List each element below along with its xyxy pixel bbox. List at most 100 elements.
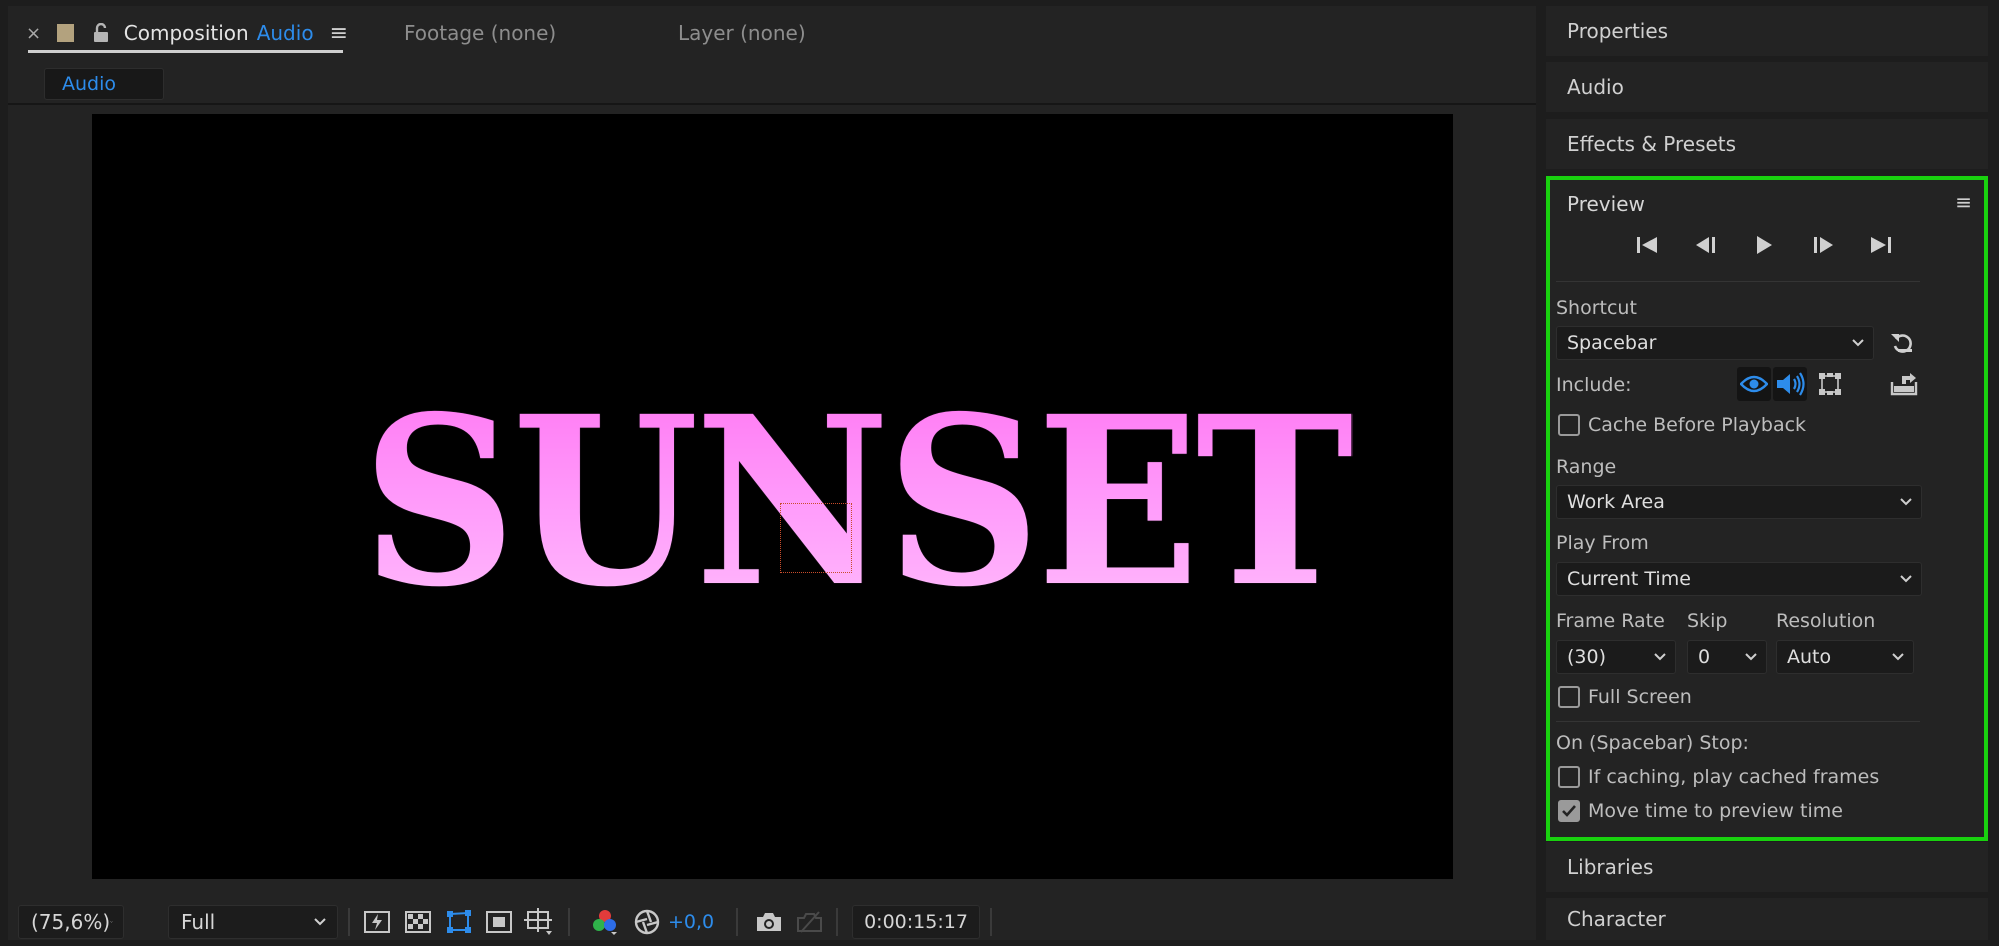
preview-panel-title: Preview bbox=[1567, 192, 1645, 216]
skip-dropdown[interactable]: 0 bbox=[1687, 640, 1767, 674]
preview-resolution-value: Auto bbox=[1787, 646, 1832, 668]
grid-guides-icon[interactable] bbox=[524, 908, 554, 936]
close-tab-icon[interactable]: × bbox=[26, 23, 41, 44]
first-frame-icon[interactable] bbox=[1634, 232, 1660, 258]
panel-menu-icon[interactable]: ≡ bbox=[330, 21, 348, 46]
color-channels-icon[interactable] bbox=[590, 908, 620, 936]
export-output-icon[interactable] bbox=[1887, 367, 1921, 401]
chevron-down-icon bbox=[1654, 653, 1666, 661]
chevron-down-icon bbox=[1900, 575, 1912, 583]
last-frame-icon[interactable] bbox=[1868, 232, 1894, 258]
chevron-down-icon bbox=[314, 918, 326, 926]
include-video-eye-icon[interactable] bbox=[1737, 367, 1771, 401]
next-frame-icon[interactable] bbox=[1810, 232, 1836, 258]
mask-path-visibility-icon[interactable] bbox=[444, 908, 474, 936]
current-time-display[interactable]: 0:00:15:17 bbox=[852, 905, 980, 939]
snapshot-camera-icon[interactable] bbox=[754, 908, 784, 936]
layer-anchor-box[interactable] bbox=[780, 503, 852, 573]
transparency-grid-icon[interactable] bbox=[403, 908, 433, 936]
play-from-dropdown[interactable]: Current Time bbox=[1556, 562, 1922, 596]
play-icon[interactable] bbox=[1751, 232, 1777, 258]
panel-menu-icon[interactable]: ≡ bbox=[1955, 190, 1972, 214]
skip-value: 0 bbox=[1698, 646, 1711, 668]
composition-viewer[interactable]: SUNSET bbox=[92, 114, 1453, 879]
chevron-down-icon bbox=[110, 921, 113, 923]
shortcut-value: Spacebar bbox=[1567, 332, 1657, 354]
cache-before-playback-checkbox[interactable]: Cache Before Playback bbox=[1558, 414, 1806, 436]
checkbox-box[interactable] bbox=[1558, 686, 1580, 708]
move-time-label: Move time to preview time bbox=[1588, 800, 1843, 822]
preview-panel: Preview ≡ Shortcut Spacebar Include: Cac… bbox=[1546, 176, 1988, 841]
preview-resolution-dropdown[interactable]: Auto bbox=[1776, 640, 1914, 674]
tab-footage[interactable]: Footage (none) bbox=[404, 18, 556, 48]
range-dropdown[interactable]: Work Area bbox=[1556, 485, 1922, 519]
chevron-down-icon bbox=[1745, 653, 1757, 661]
composition-breadcrumb[interactable]: Audio bbox=[44, 68, 164, 100]
composition-color-swatch bbox=[57, 24, 74, 42]
range-value: Work Area bbox=[1567, 491, 1665, 513]
skip-label: Skip bbox=[1687, 610, 1728, 632]
tab-composition-prefix: Composition bbox=[123, 21, 249, 45]
range-label: Range bbox=[1556, 456, 1617, 478]
cache-before-playback-label: Cache Before Playback bbox=[1588, 414, 1807, 436]
include-overlays-icon[interactable] bbox=[1813, 367, 1847, 401]
zoom-value: (75,6%) bbox=[31, 910, 111, 934]
libraries-panel-header[interactable]: Libraries bbox=[1546, 842, 1988, 892]
resolution-dropdown[interactable]: Full bbox=[168, 905, 338, 939]
divider bbox=[1556, 721, 1920, 722]
active-tab-underline bbox=[28, 50, 343, 53]
full-screen-label: Full Screen bbox=[1588, 686, 1692, 708]
chevron-down-icon bbox=[1900, 498, 1912, 506]
toolbar-separator bbox=[348, 908, 350, 936]
properties-panel-header[interactable]: Properties bbox=[1546, 6, 1988, 56]
tab-composition-name: Audio bbox=[256, 21, 314, 45]
checkbox-box[interactable] bbox=[1558, 414, 1580, 436]
play-from-value: Current Time bbox=[1567, 568, 1691, 590]
shortcut-label: Shortcut bbox=[1556, 297, 1637, 319]
checkbox-box[interactable] bbox=[1558, 766, 1580, 788]
checkbox-box[interactable] bbox=[1558, 800, 1580, 822]
zoom-dropdown[interactable]: (75,6%) bbox=[18, 905, 124, 939]
move-time-checkbox[interactable]: Move time to preview time bbox=[1558, 800, 1843, 822]
playback-controls bbox=[1634, 228, 1894, 262]
full-screen-checkbox[interactable]: Full Screen bbox=[1558, 686, 1692, 708]
shortcut-dropdown[interactable]: Spacebar bbox=[1556, 326, 1874, 360]
toolbar-separator bbox=[736, 908, 738, 936]
frame-rate-label: Frame Rate bbox=[1556, 610, 1665, 632]
tab-composition-audio[interactable]: × Composition Audio ≡ bbox=[26, 18, 348, 48]
toolbar-separator bbox=[990, 908, 992, 936]
include-label: Include: bbox=[1556, 374, 1632, 396]
if-caching-label: If caching, play cached frames bbox=[1588, 766, 1880, 788]
chevron-down-icon bbox=[1852, 339, 1864, 347]
tab-layer[interactable]: Layer (none) bbox=[678, 18, 806, 48]
divider bbox=[8, 103, 1536, 105]
play-from-label: Play From bbox=[1556, 532, 1649, 554]
effects-presets-panel-header[interactable]: Effects & Presets bbox=[1546, 119, 1988, 169]
include-audio-speaker-icon[interactable] bbox=[1773, 367, 1807, 401]
resolution-value: Full bbox=[181, 910, 216, 934]
resolution-label: Resolution bbox=[1776, 610, 1876, 632]
checkmark-icon bbox=[1562, 805, 1576, 817]
exposure-value[interactable]: +0,0 bbox=[668, 911, 714, 933]
lock-icon[interactable] bbox=[92, 22, 110, 43]
composition-panel: × Composition Audio ≡ Footage (none) Lay… bbox=[8, 6, 1536, 940]
fast-previews-icon[interactable] bbox=[362, 908, 392, 936]
frame-rate-value: (30) bbox=[1567, 646, 1607, 668]
viewer-toolbar: (75,6%) Full +0,0 0:00:15:17 bbox=[8, 894, 1536, 940]
character-panel-header[interactable]: Character bbox=[1546, 898, 1988, 940]
audio-panel-header[interactable]: Audio bbox=[1546, 62, 1988, 112]
chevron-down-icon bbox=[1892, 653, 1904, 661]
viewer-text-layer[interactable]: SUNSET bbox=[362, 386, 1355, 618]
if-caching-checkbox[interactable]: If caching, play cached frames bbox=[1558, 766, 1879, 788]
toolbar-separator bbox=[568, 908, 570, 936]
divider bbox=[1556, 281, 1920, 282]
composition-tab-bar: × Composition Audio ≡ Footage (none) Lay… bbox=[8, 6, 1536, 56]
stop-behavior-label: On (Spacebar) Stop: bbox=[1556, 732, 1749, 754]
exposure-reset-icon[interactable] bbox=[632, 908, 662, 936]
toolbar-separator bbox=[836, 908, 838, 936]
frame-rate-dropdown[interactable]: (30) bbox=[1556, 640, 1676, 674]
show-snapshot-icon[interactable] bbox=[794, 908, 824, 936]
region-of-interest-icon[interactable] bbox=[484, 908, 514, 936]
previous-frame-icon[interactable] bbox=[1693, 232, 1719, 258]
reset-shortcut-icon[interactable] bbox=[1890, 330, 1916, 356]
